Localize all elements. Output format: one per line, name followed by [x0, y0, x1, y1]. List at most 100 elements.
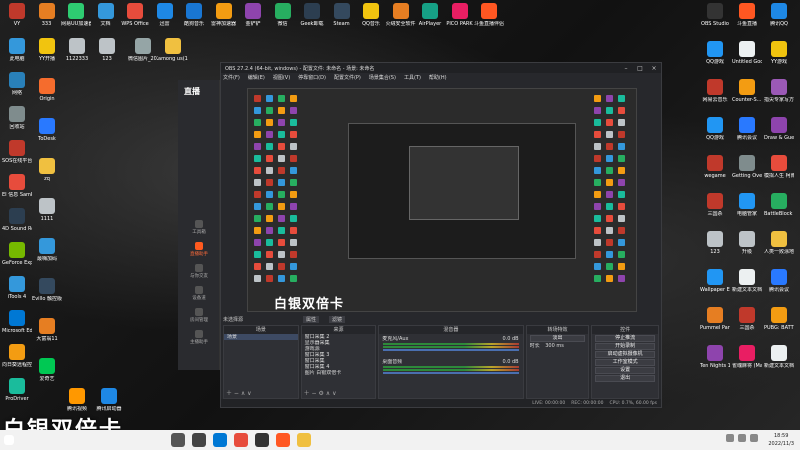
- desktop-icon[interactable]: 网易云音乐: [700, 79, 730, 103]
- desktop-icon[interactable]: 指尖专家写方式版: [764, 79, 794, 103]
- desktop-icon[interactable]: 网络: [2, 72, 32, 96]
- desktop-icon[interactable]: Draw & Guess: [764, 117, 794, 141]
- desktop-icon[interactable]: 斗鱼直播: [732, 3, 762, 27]
- desktop-icon[interactable]: 三国杀: [732, 307, 762, 331]
- desktop-icon[interactable]: 4D Sound Recorder: [2, 208, 32, 232]
- desktop-icon[interactable]: VY: [2, 3, 32, 27]
- desktop-icon[interactable]: 微信: [268, 3, 298, 27]
- desktop-icon[interactable]: 向日葵远程控制: [2, 344, 32, 368]
- desktop-icon[interactable]: WPS Office: [120, 3, 150, 27]
- desktop-icon[interactable]: 最嗨加码: [32, 238, 62, 262]
- volume-icon[interactable]: [750, 434, 758, 442]
- maximize-icon[interactable]: □: [633, 65, 647, 72]
- side-app-item[interactable]: 设备道: [180, 286, 218, 301]
- desktop-icon[interactable]: zq: [32, 158, 62, 182]
- desktop-icon[interactable]: YY游戏: [764, 41, 794, 65]
- desktop-icon[interactable]: 迅雷: [150, 3, 180, 27]
- control-button[interactable]: 开始录制: [595, 343, 655, 350]
- chrome-icon[interactable]: [234, 433, 248, 447]
- desktop-icon[interactable]: 斗鱼直播伴侣: [474, 3, 504, 27]
- desktop-icon[interactable]: Microsoft Edge: [2, 310, 32, 334]
- desktop-icon[interactable]: iTools 4: [2, 276, 32, 300]
- desktop-icon[interactable]: 新建文本文档: [732, 269, 762, 293]
- side-app-item[interactable]: 主播助手: [180, 330, 218, 345]
- task-view-icon[interactable]: [192, 433, 206, 447]
- desktop-icon[interactable]: 模拟人生 柯南: [764, 155, 794, 179]
- side-app-item[interactable]: 房间管理: [180, 308, 218, 323]
- desktop-icon[interactable]: Ten Nights 10(Kitche...: [700, 345, 730, 369]
- edge-icon[interactable]: [213, 433, 227, 447]
- obs-menu-item[interactable]: 视图(V): [273, 74, 290, 81]
- desktop-icon[interactable]: 腾讯会议: [732, 117, 762, 141]
- desktop-icon[interactable]: 123: [700, 231, 730, 255]
- desktop-icon[interactable]: QQ音乐: [356, 3, 386, 27]
- desktop-icon[interactable]: AirPlayer: [415, 3, 445, 27]
- obs-icon[interactable]: [255, 433, 269, 447]
- obs-preview[interactable]: 白银双倍卡: [247, 88, 637, 312]
- desktop-icon[interactable]: SOS在线平台: [2, 140, 32, 164]
- obs-title-bar[interactable]: OBS 27.2.4 (64-bit, windows) - 配置文件: 未命名…: [221, 63, 661, 73]
- obs-menu-item[interactable]: 文件(F): [223, 74, 240, 81]
- desktop-icon[interactable]: 123: [92, 38, 122, 62]
- desktop-icon[interactable]: QQ游戏: [700, 117, 730, 141]
- desktop-icon[interactable]: 大富翁11: [32, 318, 62, 342]
- desktop-icon[interactable]: wegame: [700, 155, 730, 179]
- taskbar-clock[interactable]: 18:59 2022/11/3: [768, 432, 794, 448]
- obs-window[interactable]: OBS 27.2.4 (64-bit, windows) - 配置文件: 未命名…: [220, 62, 662, 408]
- desktop-icon[interactable]: among us(1): [158, 38, 188, 62]
- desktop-icon[interactable]: 火绒安全软件: [386, 3, 416, 27]
- desktop-icon[interactable]: 人类一败涂地 Human: Fal...: [764, 231, 794, 255]
- desktop-icon[interactable]: ProDriver: [2, 378, 32, 402]
- desktop-icon[interactable]: 雷神加速器: [209, 3, 239, 27]
- desktop-icon[interactable]: 新建文本文档 (2): [764, 345, 794, 369]
- desktop-icon[interactable]: EI 信息 SamProf新版: [2, 174, 32, 198]
- desktop-icon[interactable]: 文档: [91, 3, 121, 27]
- desktop-icon[interactable]: GeForce Experience: [2, 242, 32, 266]
- system-tray[interactable]: [726, 434, 758, 442]
- control-button[interactable]: 停止推流: [595, 335, 655, 342]
- volume-slider[interactable]: [383, 349, 519, 351]
- desktop-icon[interactable]: QQ游戏: [700, 41, 730, 65]
- desktop-icon[interactable]: Geek卸载: [297, 3, 327, 27]
- desktop-icon[interactable]: 腾讯启动器: [94, 388, 124, 412]
- obs-menu-item[interactable]: 工具(T): [404, 74, 421, 81]
- desktop-icon[interactable]: 333: [32, 3, 62, 27]
- network-icon[interactable]: [738, 434, 746, 442]
- desktop-icon[interactable]: PICO PARK: [445, 3, 475, 27]
- desktop-icon[interactable]: 三国杀: [700, 193, 730, 217]
- desktop-icon[interactable]: 1111: [32, 198, 62, 222]
- control-button[interactable]: 退出: [595, 375, 655, 382]
- transition-duration[interactable]: 时长 300 ms: [527, 343, 589, 349]
- transition-type-select[interactable]: 淡出: [529, 335, 586, 342]
- desktop-icon[interactable]: Wallpaper Engine: ...: [700, 269, 730, 293]
- desktop-icon[interactable]: YY开播: [32, 38, 62, 62]
- desktop-icon[interactable]: 此电脑: [2, 38, 32, 62]
- desktop-icon[interactable]: OBS Studio: [700, 3, 730, 27]
- desktop-icon[interactable]: Steam: [327, 3, 357, 27]
- douyu-icon[interactable]: [276, 433, 290, 447]
- desktop-icon[interactable]: Counter-S... Global Off...: [732, 79, 762, 103]
- desktop-icon[interactable]: 微信图片_2021120...: [128, 38, 158, 62]
- obs-menu-item[interactable]: 帮助(H): [429, 74, 447, 81]
- obs-menu-item[interactable]: 编辑(E): [248, 74, 265, 81]
- desktop-icon[interactable]: ToDesk: [32, 118, 62, 142]
- filters-button[interactable]: 滤镜: [329, 315, 346, 323]
- desktop-icon[interactable]: 腾讯会议: [764, 269, 794, 293]
- desktop-icon[interactable]: Evillo 触控版: [32, 278, 62, 302]
- desktop-icon[interactable]: 雀魂麻将 (Mahjong...: [732, 345, 762, 369]
- volume-slider[interactable]: [383, 372, 519, 374]
- tray-expand-icon[interactable]: [726, 434, 734, 442]
- desktop-icon[interactable]: Untitled Goos...: [732, 41, 762, 65]
- desktop-icon[interactable]: 酷狗音乐: [179, 3, 209, 27]
- desktop-icon[interactable]: Getting Over It wi...: [732, 155, 762, 179]
- desktop-icon[interactable]: 升级: [732, 231, 762, 255]
- desktop-icon[interactable]: 网易UU加速器: [61, 3, 91, 27]
- duration-value[interactable]: 300 ms: [545, 343, 564, 349]
- folder-icon[interactable]: [297, 433, 311, 447]
- control-button[interactable]: 工作室模式: [595, 359, 655, 366]
- scenes-dock-controls[interactable]: ＋ − ∧ ∨: [226, 388, 252, 397]
- obs-menu-item[interactable]: 配置文件(P): [334, 74, 361, 81]
- control-button[interactable]: 设置: [595, 367, 655, 374]
- obs-menu-item[interactable]: 停靠窗口(D): [298, 74, 326, 81]
- desktop-icon[interactable]: 腾讯QQ: [764, 3, 794, 27]
